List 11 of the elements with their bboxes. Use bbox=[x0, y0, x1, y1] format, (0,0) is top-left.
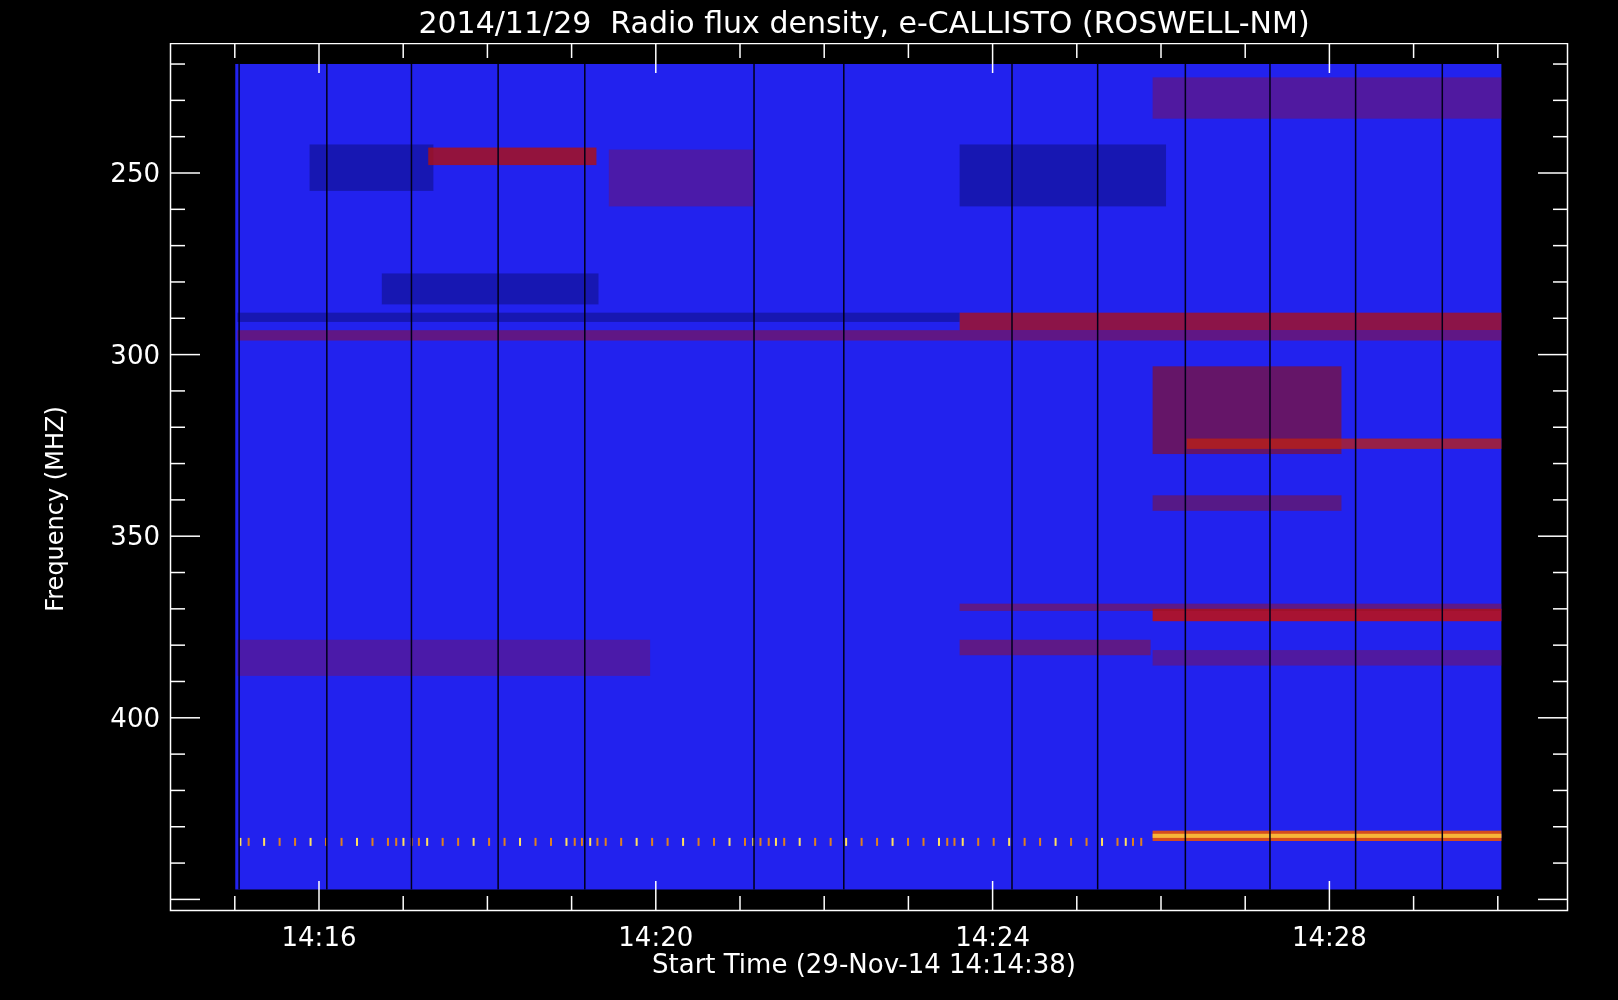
x-tick-label: 14:16 bbox=[281, 922, 357, 952]
y-tick-label: 400 bbox=[110, 702, 160, 733]
y-tick-label: 300 bbox=[110, 339, 160, 370]
chart-title: 2014/11/29 Radio flux density, e-CALLISTO (ROSWELL-NM) bbox=[417, 4, 1311, 42]
x-tick-label: 14:24 bbox=[955, 922, 1031, 952]
x-axis-label: Start Time (29-Nov-14 14:14:38) bbox=[651, 949, 1077, 979]
y-tick-label: 350 bbox=[110, 521, 160, 552]
x-tick-label: 14:28 bbox=[1291, 922, 1367, 952]
x-tick-label: 14:20 bbox=[618, 922, 694, 952]
y-axis-label: Frequency (MHZ) bbox=[41, 406, 69, 612]
y-tick-label: 250 bbox=[110, 158, 160, 188]
